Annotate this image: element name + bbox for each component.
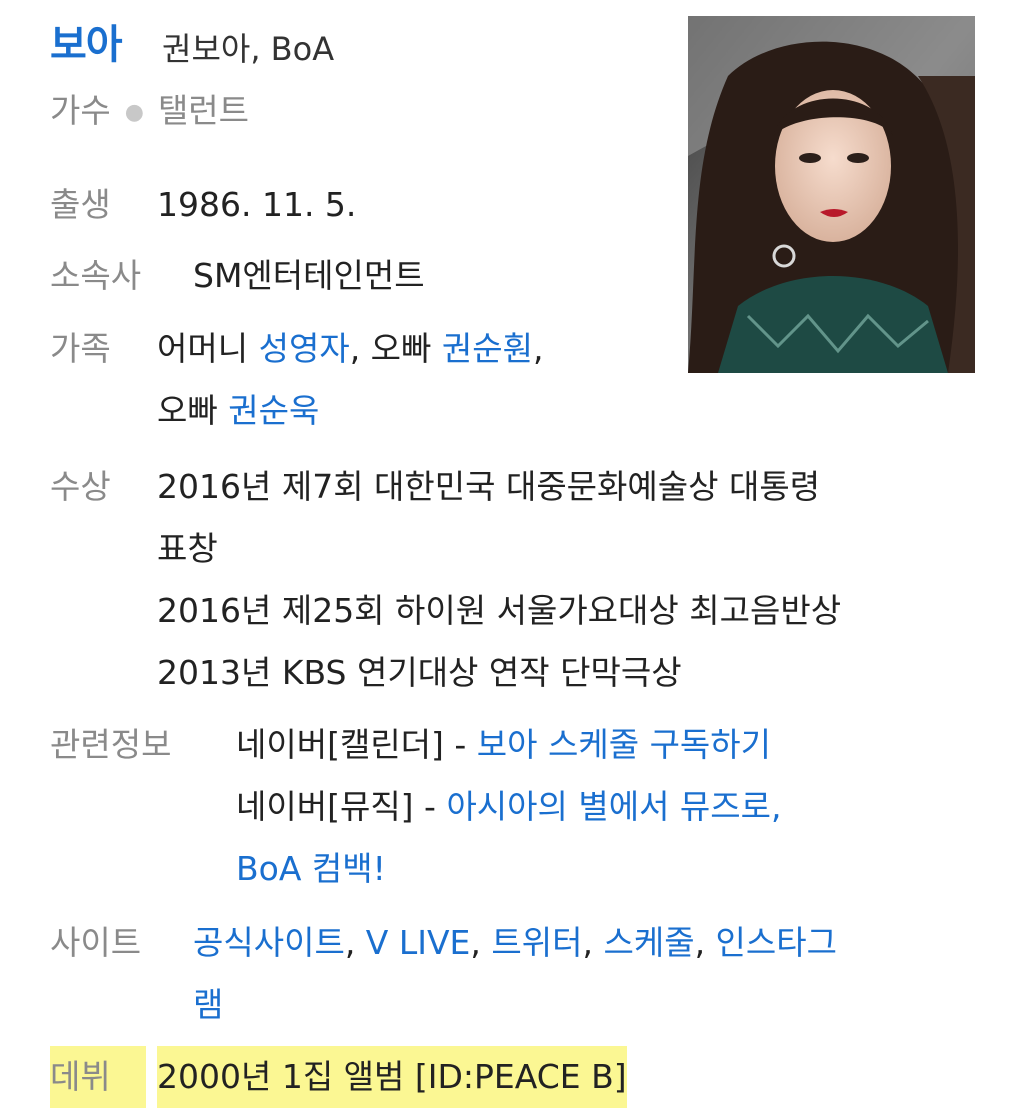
family-relation-brother-2: 오빠 bbox=[157, 391, 218, 430]
family-link-mother[interactable]: 성영자 bbox=[259, 329, 350, 368]
award-item: 2016년 제7회 대한민국 대중문화예술상 대통령 bbox=[157, 467, 821, 506]
sites-values: 공식사이트, V LIVE, 트위터, 스케줄, 인스타그 램 bbox=[193, 912, 837, 1036]
site-link-vlive[interactable]: V LIVE bbox=[366, 923, 471, 962]
sites-line-2: 램 bbox=[193, 974, 837, 1036]
related-calendar-prefix: 네이버[캘린더] - bbox=[236, 725, 477, 764]
awards-row: 수상 2016년 제7회 대한민국 대중문화예술상 대통령 표창 2016년 제… bbox=[50, 456, 841, 704]
birth-row: 출생 1986. 11. 5. bbox=[50, 174, 356, 236]
family-label: 가족 bbox=[50, 329, 111, 368]
related-music-link-line-1[interactable]: 아시아의 별에서 뮤즈로, bbox=[446, 787, 781, 826]
related-item-music: 네이버[뮤직] - 아시아의 별에서 뮤즈로, bbox=[236, 776, 782, 838]
agency-link[interactable]: SM엔터테인먼트 bbox=[193, 245, 425, 307]
site-link-schedule[interactable]: 스케줄 bbox=[603, 923, 694, 962]
family-link-brother-1[interactable]: 권순훤 bbox=[442, 329, 533, 368]
separator-dot: ● bbox=[124, 100, 144, 125]
award-item: 표창 bbox=[157, 529, 218, 568]
family-values: 어머니 성영자, 오빠 권순훤, 오빠 권순욱 bbox=[157, 318, 544, 442]
person-name[interactable]: 보아 bbox=[50, 12, 123, 70]
family-line-1: 어머니 성영자, 오빠 권순훤, bbox=[157, 329, 544, 368]
family-line-2: 오빠 권순욱 bbox=[157, 380, 544, 442]
family-row: 가족 어머니 성영자, 오빠 권순훤, 오빠 권순욱 bbox=[50, 318, 544, 442]
related-item-calendar: 네이버[캘린더] - 보아 스케줄 구독하기 bbox=[236, 714, 782, 776]
debut-value: 2000년 1집 앨범 [ID:PEACE B] bbox=[157, 1046, 627, 1108]
site-link-official[interactable]: 공식사이트 bbox=[193, 923, 345, 962]
site-link-instagram-cont[interactable]: 램 bbox=[193, 985, 223, 1024]
sites-row: 사이트 공식사이트, V LIVE, 트위터, 스케줄, 인스타그 램 bbox=[50, 912, 837, 1036]
award-item: 2016년 제25회 하이원 서울가요대상 최고음반상 bbox=[157, 591, 842, 630]
family-link-brother-2[interactable]: 권순욱 bbox=[228, 391, 319, 430]
profile-photo-image bbox=[688, 16, 975, 373]
related-row: 관련정보 네이버[캘린더] - 보아 스케줄 구독하기 네이버[뮤직] - 아시… bbox=[50, 714, 782, 900]
awards-label: 수상 bbox=[50, 467, 111, 506]
occupation-talent: 탤런트 bbox=[157, 91, 250, 130]
site-link-instagram[interactable]: 인스타그 bbox=[716, 923, 837, 962]
birth-date: 1986. 11. 5. bbox=[157, 185, 357, 224]
debut-row: 데뷔 2000년 1집 앨범 [ID:PEACE B] bbox=[50, 1046, 627, 1108]
related-music-link-line-2[interactable]: BoA 컴백! bbox=[236, 849, 386, 888]
related-label: 관련정보 bbox=[50, 725, 172, 764]
agency-label: 소속사 bbox=[50, 256, 142, 295]
debut-label: 데뷔 bbox=[50, 1046, 146, 1108]
related-calendar-link[interactable]: 보아 스케줄 구독하기 bbox=[477, 725, 771, 764]
family-relation-brother-1: 오빠 bbox=[370, 329, 432, 368]
occupation-list: 가수 ● 탤런트 bbox=[50, 84, 249, 132]
birth-label: 출생 bbox=[50, 185, 111, 224]
person-alias: 권보아, BoA bbox=[162, 30, 335, 68]
occupation-singer: 가수 bbox=[50, 91, 111, 130]
sites-line-1: 공식사이트, V LIVE, 트위터, 스케줄, 인스타그 bbox=[193, 923, 837, 962]
awards-list: 2016년 제7회 대한민국 대중문화예술상 대통령 표창 2016년 제25회… bbox=[157, 456, 841, 704]
sites-label: 사이트 bbox=[50, 923, 142, 962]
debut-label-wrap: 데뷔 bbox=[50, 1046, 157, 1108]
related-music-prefix: 네이버[뮤직] - bbox=[236, 787, 447, 826]
profile-photo[interactable] bbox=[688, 16, 975, 373]
family-relation-mother: 어머니 bbox=[157, 329, 249, 368]
related-values: 네이버[캘린더] - 보아 스케줄 구독하기 네이버[뮤직] - 아시아의 별에… bbox=[236, 714, 782, 900]
agency-row: 소속사 SM엔터테인먼트 bbox=[50, 245, 425, 307]
site-link-twitter[interactable]: 트위터 bbox=[491, 923, 582, 962]
award-item: 2013년 KBS 연기대상 연작 단막극상 bbox=[157, 653, 682, 692]
related-item-music-cont: BoA 컴백! bbox=[236, 838, 782, 900]
